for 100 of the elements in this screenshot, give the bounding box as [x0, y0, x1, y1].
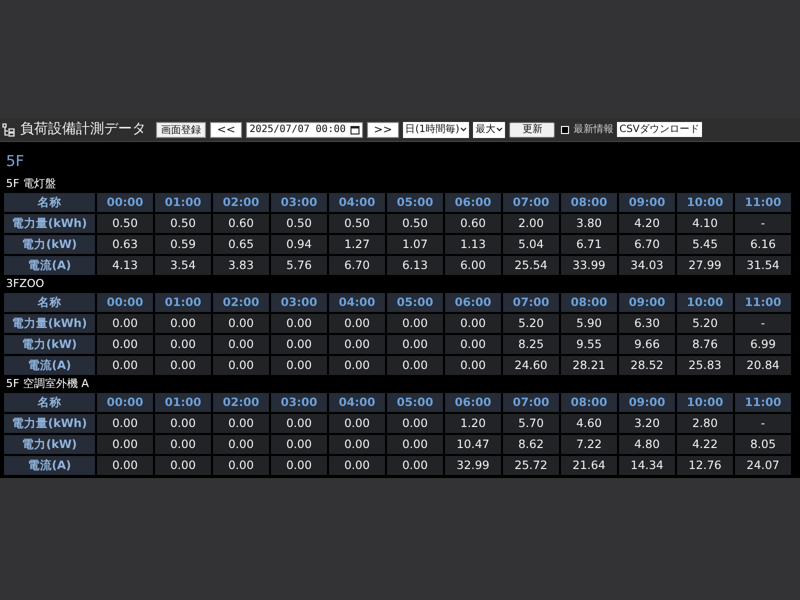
- table-cell: 0.00: [329, 456, 385, 474]
- header-cell: 名称: [4, 292, 95, 312]
- table-cell: 0.00: [387, 314, 443, 332]
- table-cell: 6.13: [387, 256, 443, 274]
- header-cell: 09:00: [619, 192, 675, 212]
- header-cell: 07:00: [503, 392, 559, 412]
- header-cell: 00:00: [97, 192, 153, 212]
- table-cell: -: [735, 314, 791, 332]
- table-cell: 21.64: [561, 456, 617, 474]
- update-button[interactable]: 更新: [509, 122, 556, 138]
- table-cell: 5.20: [503, 314, 559, 332]
- table-cell: 28.21: [561, 356, 617, 374]
- section-title: 5F 空調室外機 A: [5, 376, 90, 392]
- header-cell: 01:00: [155, 392, 211, 412]
- table-cell: 25.72: [503, 456, 559, 474]
- table-cell: 24.07: [735, 456, 791, 474]
- table-cell: 0.00: [271, 456, 327, 474]
- table-cell: 8.05: [735, 434, 791, 454]
- table-cell: 34.03: [619, 256, 675, 274]
- table-cell: 25.83: [677, 356, 733, 374]
- table-cell: 5.45: [677, 234, 733, 254]
- row-label: 電力量(kWh): [4, 214, 95, 232]
- table-cell: 32.99: [445, 456, 501, 474]
- header-cell: 03:00: [271, 192, 327, 212]
- table-cell: 28.52: [619, 356, 675, 374]
- table-cell: 0.00: [155, 456, 211, 474]
- table-cell: 1.13: [445, 234, 501, 254]
- row-label: 電力量(kWh): [4, 414, 95, 432]
- row-label: 電力量(kWh): [4, 314, 95, 332]
- date-field[interactable]: 2025/07/07 00:00: [246, 122, 363, 138]
- table-cell: 5.20: [677, 314, 733, 332]
- table-cell: 9.55: [561, 334, 617, 354]
- table-cell: 0.00: [329, 434, 385, 454]
- table-cell: 3.54: [155, 256, 211, 274]
- table-cell: 0.00: [155, 356, 211, 374]
- table-cell: 0.00: [271, 414, 327, 432]
- header-cell: 05:00: [387, 292, 443, 312]
- calendar-icon[interactable]: [350, 124, 360, 134]
- table-cell: 6.16: [735, 234, 791, 254]
- table-cell: 24.60: [503, 356, 559, 374]
- header-cell: 08:00: [561, 292, 617, 312]
- table-cell: 0.00: [155, 414, 211, 432]
- table-cell: 0.00: [329, 356, 385, 374]
- header-cell: 10:00: [677, 192, 733, 212]
- header-cell: 02:00: [213, 292, 269, 312]
- header-cell: 11:00: [735, 392, 791, 412]
- row-label: 電流(A): [4, 356, 95, 374]
- table-cell: 0.00: [387, 414, 443, 432]
- chevron-icon: [496, 127, 504, 132]
- header-cell: 06:00: [445, 192, 501, 212]
- table-cell: 1.07: [387, 234, 443, 254]
- table-cell: 27.99: [677, 256, 733, 274]
- table-cell: 0.00: [445, 334, 501, 354]
- table-cell: 0.00: [97, 414, 153, 432]
- table-cell: 0.00: [387, 434, 443, 454]
- period-select[interactable]: 日(1時間毎): [403, 122, 470, 138]
- header-cell: 03:00: [271, 392, 327, 412]
- table-cell: 0.59: [155, 234, 211, 254]
- header-cell: 00:00: [97, 292, 153, 312]
- table-cell: 0.00: [97, 434, 153, 454]
- header-cell: 02:00: [213, 192, 269, 212]
- table-cell: 0.50: [271, 214, 327, 232]
- row-label: 電力(kW): [4, 334, 95, 354]
- table-cell: 0.00: [97, 456, 153, 474]
- table-cell: 0.00: [213, 334, 269, 354]
- next-button[interactable]: >>: [366, 122, 400, 138]
- table-cell: 1.20: [445, 414, 501, 432]
- header-cell: 08:00: [561, 392, 617, 412]
- previous-button[interactable]: <<: [210, 122, 242, 138]
- register-button[interactable]: 画面登録: [156, 122, 206, 138]
- row-label: 電力(kW): [4, 434, 95, 454]
- header-cell: 10:00: [677, 292, 733, 312]
- table-cell: 5.76: [271, 256, 327, 274]
- table-cell: 6.30: [619, 314, 675, 332]
- table-cell: 20.84: [735, 356, 791, 374]
- table-cell: 8.25: [503, 334, 559, 354]
- table-cell: 0.00: [213, 434, 269, 454]
- app-title: 負荷設備計測データ: [20, 120, 146, 139]
- table-cell: 3.20: [619, 414, 675, 432]
- header-cell: 名称: [4, 392, 95, 412]
- table-cell: 0.60: [445, 214, 501, 232]
- checkbox[interactable]: [561, 126, 570, 134]
- tree-icon: [2, 122, 16, 136]
- row-label: 電流(A): [4, 456, 95, 474]
- table-cell: 3.83: [213, 256, 269, 274]
- table-cell: 0.00: [329, 414, 385, 432]
- table-cell: 0.94: [271, 234, 327, 254]
- table-cell: 6.70: [619, 234, 675, 254]
- table-cell: 0.00: [271, 434, 327, 454]
- header-cell: 11:00: [735, 292, 791, 312]
- table-cell: 5.70: [503, 414, 559, 432]
- table-cell: 4.22: [677, 434, 733, 454]
- table-cell: 0.50: [329, 214, 385, 232]
- table-cell: 8.76: [677, 334, 733, 354]
- table-cell: 0.00: [271, 356, 327, 374]
- mode-select[interactable]: 最大: [473, 122, 506, 138]
- table-cell: 0.00: [155, 334, 211, 354]
- csv-download-button[interactable]: CSVダウンロード: [617, 122, 702, 137]
- table-cell: 0.00: [213, 314, 269, 332]
- table-cell: 0.00: [155, 434, 211, 454]
